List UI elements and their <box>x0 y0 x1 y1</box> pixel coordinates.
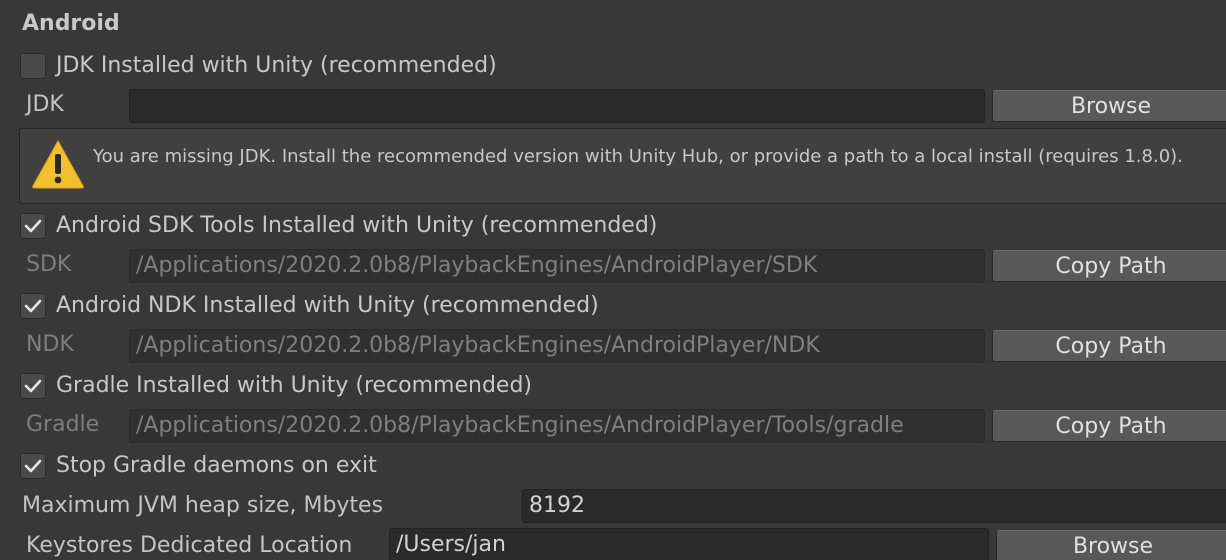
checkmark-icon <box>24 379 42 393</box>
section-title: Android <box>22 11 120 36</box>
warning-icon <box>30 138 86 190</box>
ndk-installed-label: Android NDK Installed with Unity (recomm… <box>56 293 599 318</box>
jdk-field-label: JDK <box>26 92 64 117</box>
gradle-installed-label: Gradle Installed with Unity (recommended… <box>56 373 532 398</box>
sdk-copy-path-button[interactable]: Copy Path <box>992 250 1226 282</box>
jvm-heap-field[interactable]: 8192 <box>522 489 1226 523</box>
checkmark-icon <box>24 299 42 313</box>
ndk-copy-path-button[interactable]: Copy Path <box>992 330 1226 362</box>
android-external-tools-panel: Android JDK Installed with Unity (recomm… <box>0 0 1226 560</box>
gradle-field-label: Gradle <box>26 412 100 437</box>
ndk-path-field: /Applications/2020.2.0b8/PlaybackEngines… <box>129 329 985 363</box>
stop-gradle-daemons-checkbox[interactable] <box>20 453 46 479</box>
sdk-path-field: /Applications/2020.2.0b8/PlaybackEngines… <box>129 249 985 283</box>
jdk-browse-button[interactable]: Browse <box>992 90 1226 122</box>
keystores-location-label: Keystores Dedicated Location <box>26 533 353 558</box>
keystores-location-field[interactable]: /Users/jan <box>389 528 989 560</box>
jvm-heap-label: Maximum JVM heap size, Mbytes <box>22 493 384 518</box>
jdk-installed-label: JDK Installed with Unity (recommended) <box>56 53 497 78</box>
jdk-installed-checkbox[interactable] <box>20 53 46 79</box>
ndk-field-label: NDK <box>26 332 74 357</box>
sdk-field-label: SDK <box>26 252 72 277</box>
checkmark-icon <box>24 219 42 233</box>
ndk-installed-checkbox[interactable] <box>20 293 46 319</box>
gradle-path-field: /Applications/2020.2.0b8/PlaybackEngines… <box>129 409 985 443</box>
gradle-installed-checkbox[interactable] <box>20 373 46 399</box>
keystores-browse-button[interactable]: Browse <box>996 530 1226 560</box>
gradle-copy-path-button[interactable]: Copy Path <box>992 410 1226 442</box>
sdk-installed-checkbox[interactable] <box>20 213 46 239</box>
stop-gradle-daemons-label: Stop Gradle daemons on exit <box>56 453 377 478</box>
sdk-installed-label: Android SDK Tools Installed with Unity (… <box>56 213 658 238</box>
jdk-path-field[interactable] <box>129 89 985 123</box>
jdk-warning-text: You are missing JDK. Install the recomme… <box>93 146 1183 167</box>
checkmark-icon <box>24 459 42 473</box>
